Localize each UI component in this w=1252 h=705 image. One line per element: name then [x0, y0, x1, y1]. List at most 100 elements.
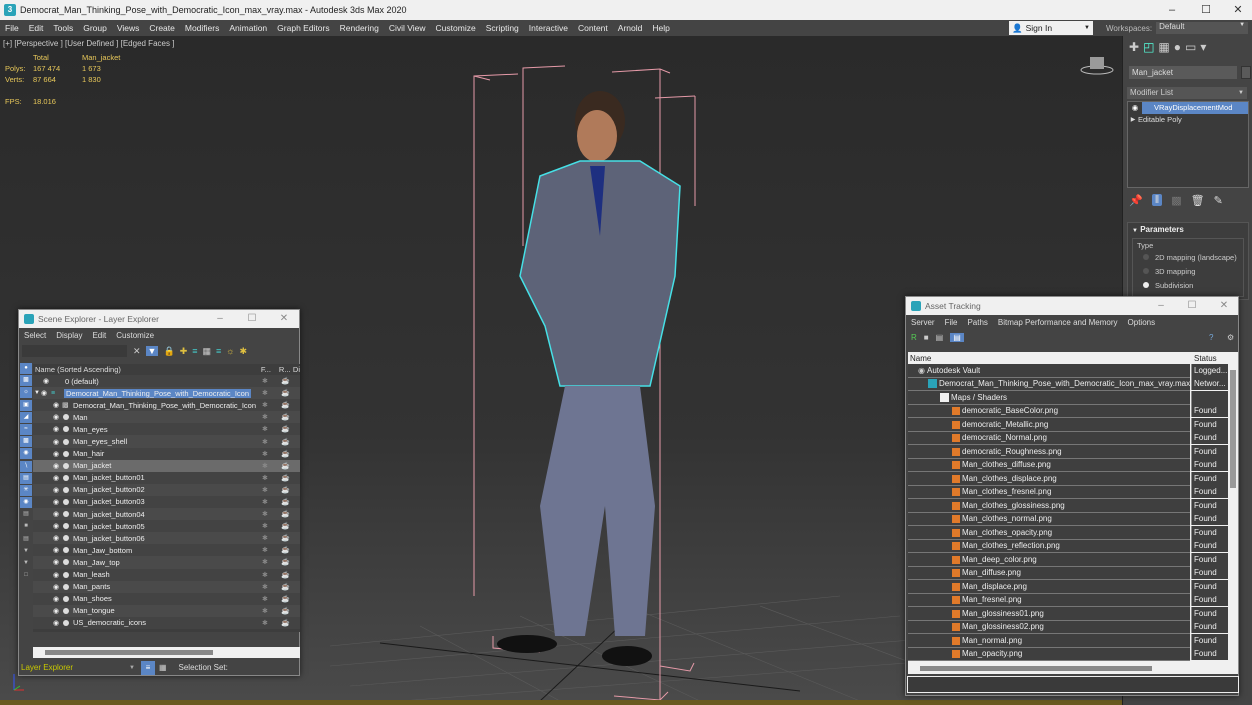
invert-display-icon[interactable]: ▤ — [20, 534, 32, 545]
menu-create[interactable]: Create — [144, 23, 180, 33]
remove-modifier-icon[interactable]: 🗑 — [1191, 194, 1205, 207]
menu-content[interactable]: Content — [573, 23, 613, 33]
column-name[interactable]: Name — [910, 354, 931, 363]
eye-icon[interactable]: ◉ — [53, 546, 59, 554]
eye-icon[interactable]: ◉ — [53, 401, 59, 409]
asset-tracking-titlebar[interactable]: Asset Tracking – ☐ ✕ — [906, 297, 1238, 315]
column-frozen[interactable]: F... — [261, 365, 279, 374]
help-icon[interactable]: ? — [1209, 333, 1213, 342]
radio-subdivision[interactable]: Subdivision — [1137, 278, 1239, 292]
freeze-icon[interactable]: ✱ — [262, 486, 268, 494]
freeze-icon[interactable]: ✱ — [262, 534, 268, 542]
at-menu-options[interactable]: Options — [1123, 318, 1161, 327]
sign-in-dropdown[interactable]: 👤 Sign In ▼ — [1009, 21, 1093, 35]
render-teapot-icon[interactable]: ☕ — [281, 401, 290, 409]
menu-arnold[interactable]: Arnold — [613, 23, 648, 33]
eye-icon[interactable]: ◉ — [43, 377, 49, 385]
hierarchy-icon[interactable]: ▦ — [203, 346, 212, 357]
render-teapot-icon[interactable]: ☕ — [281, 558, 290, 566]
modifier-list-dropdown[interactable]: Modifier List ▼ — [1127, 87, 1247, 99]
modify-tab-icon[interactable]: ◰ — [1143, 40, 1154, 54]
workspaces-dropdown[interactable]: Default ▼ — [1156, 22, 1249, 34]
render-teapot-icon[interactable]: ☕ — [281, 510, 290, 518]
eye-icon[interactable]: ◉ — [53, 498, 59, 506]
configure-sets-icon[interactable]: ✎ — [1214, 194, 1223, 207]
eye-icon[interactable]: ◉ — [53, 450, 59, 458]
display-tab-icon[interactable]: ▭ — [1185, 40, 1196, 54]
menu-interactive[interactable]: Interactive — [524, 23, 573, 33]
tree-row[interactable]: ◉ Man_jacket_button06 ✱ ☕ — [33, 532, 300, 545]
tree-row[interactable]: ◉ Man_eyes ✱ ☕ — [33, 423, 300, 436]
asset-row[interactable]: Man_glossiness01.png Found — [908, 606, 1228, 621]
asset-row[interactable]: Man_clothes_normal.png Found — [908, 512, 1228, 526]
eye-icon[interactable]: ◉ — [53, 438, 59, 446]
asset-row[interactable]: democratic_BaseColor.png Found — [908, 404, 1228, 418]
light-icon[interactable]: ☼ — [226, 346, 234, 356]
explorer-mode-dropdown[interactable]: Layer Explorer — [19, 663, 129, 672]
layers-icon[interactable]: ≡ — [192, 346, 197, 356]
render-teapot-icon[interactable]: ☕ — [281, 571, 290, 579]
at-menu-paths[interactable]: Paths — [962, 318, 992, 327]
freeze-icon[interactable]: ✱ — [262, 474, 268, 482]
shape-filter-icon[interactable]: ▩ — [20, 375, 32, 387]
tree-row[interactable]: ◉ Man_pants ✱ ☕ — [33, 580, 300, 593]
se-menu-customize[interactable]: Customize — [111, 331, 159, 340]
clear-search-icon[interactable]: ✕ — [133, 346, 141, 357]
eye-icon[interactable]: ◉ — [53, 534, 59, 542]
render-teapot-icon[interactable]: ☕ — [281, 413, 290, 421]
menu-rendering[interactable]: Rendering — [335, 23, 384, 33]
refresh-icon[interactable]: R — [911, 333, 917, 342]
menu-views[interactable]: Views — [112, 23, 145, 33]
expand-arrow-icon[interactable]: ▶ — [1128, 114, 1138, 126]
eye-icon[interactable]: ◉ — [53, 571, 59, 579]
add-to-layer-icon[interactable]: ✚ — [180, 346, 188, 357]
freeze-icon[interactable]: ✱ — [262, 583, 268, 591]
asset-row[interactable]: Man_glossiness02.png Found — [908, 620, 1228, 634]
render-teapot-icon[interactable]: ☕ — [281, 438, 290, 446]
table-view-icon[interactable]: ▤ — [950, 333, 964, 342]
asset-row[interactable]: Man_normal.png Found — [908, 633, 1228, 648]
at-menu-bitmap-performance-and-memory[interactable]: Bitmap Performance and Memory — [993, 318, 1123, 327]
render-teapot-icon[interactable]: ☕ — [281, 474, 290, 482]
tree-row[interactable]: ◉ Man_jacket_button02 ✱ ☕ — [33, 483, 300, 496]
freeze-icon[interactable]: ✱ — [262, 425, 268, 433]
freeze-icon[interactable]: ✱ — [262, 450, 268, 458]
freeze-icon[interactable]: ✱ — [262, 498, 268, 506]
menu-edit[interactable]: Edit — [24, 23, 49, 33]
asset-row[interactable]: Man_fresnel.png Found — [908, 593, 1228, 607]
menu-customize[interactable]: Customize — [431, 23, 481, 33]
tree-row[interactable]: ◉ Man_leash ✱ ☕ — [33, 568, 300, 581]
asset-row[interactable]: democratic_Normal.png Found — [908, 431, 1228, 445]
column-name[interactable]: Name (Sorted Ascending) — [33, 365, 261, 374]
eye-icon[interactable]: ◉ — [1128, 102, 1142, 114]
light-filter-icon[interactable]: ☼ — [20, 387, 32, 399]
list-view-icon[interactable]: ■ — [924, 333, 929, 342]
display-all-icon[interactable]: ▤ — [20, 509, 32, 520]
bone-filter-icon[interactable]: ∖ — [20, 460, 32, 472]
utilities-tab-icon[interactable]: ▾ — [1200, 40, 1206, 54]
geometry-filter-icon[interactable]: ● — [20, 363, 32, 374]
tree-row[interactable]: ◉ Man_jacket_button05 ✱ ☕ — [33, 520, 300, 533]
asset-row[interactable]: Man_clothes_glossiness.png Found — [908, 498, 1228, 513]
eye-icon[interactable]: ◉ — [53, 583, 59, 591]
scrollbar-thumb[interactable] — [1230, 370, 1236, 488]
hierarchy-mode-icon[interactable]: ▦ — [159, 663, 167, 672]
lock-icon[interactable]: 🔒 — [163, 346, 174, 357]
se-menu-display[interactable]: Display — [51, 331, 87, 340]
menu-scripting[interactable]: Scripting — [481, 23, 524, 33]
menu-group[interactable]: Group — [78, 23, 112, 33]
freeze-icon[interactable]: ✱ — [262, 619, 268, 627]
freeze-icon[interactable]: ✱ — [262, 595, 268, 603]
filter-icon[interactable]: ▼ — [145, 346, 159, 356]
motion-tab-icon[interactable]: ● — [1174, 40, 1181, 54]
show-end-result-icon[interactable]: ‖ — [1151, 194, 1163, 206]
camera-filter-icon[interactable]: ▣ — [20, 399, 32, 411]
menu-file[interactable]: File — [0, 23, 24, 33]
tree-row[interactable]: ▼ ◉ ≡ Democrat_Man_Thinking_Pose_with_Democ… — [33, 387, 300, 400]
make-unique-icon[interactable]: ▩ — [1171, 194, 1181, 207]
layer-mode-icon[interactable]: ≡ — [140, 660, 155, 675]
menu-graph-editors[interactable]: Graph Editors — [272, 23, 334, 33]
asset-row[interactable]: ◉ Autodesk Vault Logged... — [908, 363, 1228, 378]
eye-icon[interactable]: ◉ — [53, 462, 59, 470]
filter-funnel-icon[interactable]: ▼ — [20, 558, 32, 569]
